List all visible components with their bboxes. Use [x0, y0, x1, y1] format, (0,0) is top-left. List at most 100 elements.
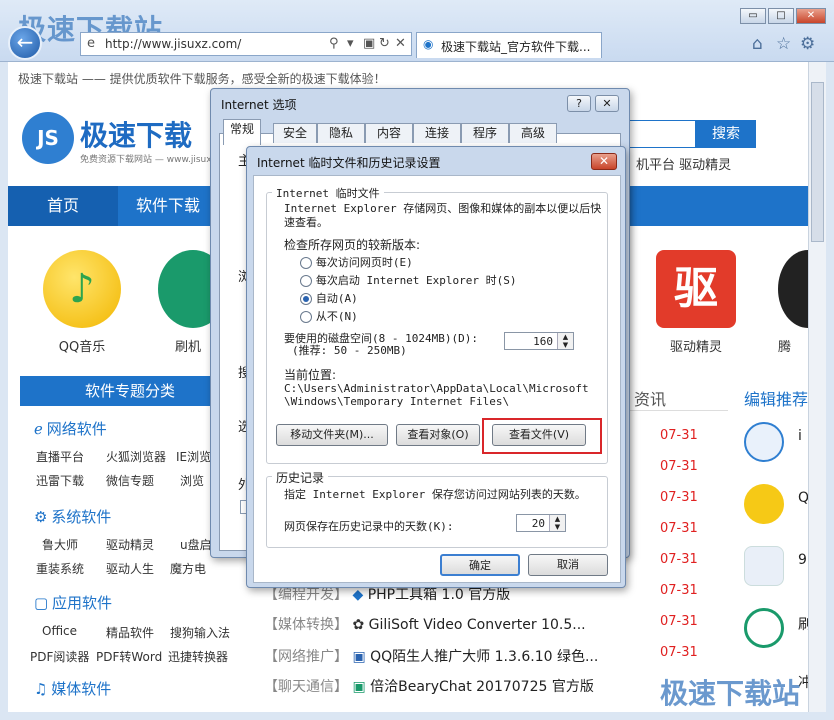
- search-button[interactable]: 搜索: [696, 120, 756, 148]
- site-logo-icon[interactable]: JS: [22, 112, 74, 164]
- radio-never[interactable]: 从不(N): [300, 308, 358, 324]
- cancel-button[interactable]: 取消: [528, 554, 608, 576]
- pick-label[interactable]: 刷: [798, 614, 808, 634]
- app-qqmusic[interactable]: ♪ QQ音乐: [38, 250, 126, 355]
- check-label: 检查所存网页的较新版本:: [284, 238, 421, 252]
- category-title[interactable]: 系统软件: [51, 508, 111, 526]
- home-icon[interactable]: ⌂: [752, 34, 763, 54]
- tab-content[interactable]: 内容: [365, 123, 413, 143]
- close-window-button[interactable]: ✕: [796, 8, 826, 24]
- nav-home[interactable]: 首页: [8, 186, 118, 226]
- help-button[interactable]: ?: [567, 95, 591, 112]
- radio-button[interactable]: [300, 310, 312, 323]
- tab-advanced[interactable]: 高级: [509, 123, 557, 143]
- link[interactable]: 魔方电: [170, 560, 206, 577]
- link[interactable]: 驱动精灵: [106, 536, 154, 553]
- category-title[interactable]: 网络软件: [47, 420, 107, 438]
- news-date: 07-31: [660, 583, 698, 598]
- list-name: GiliSoft Video Converter 10.5...: [368, 617, 586, 633]
- link[interactable]: 直播平台: [36, 448, 84, 465]
- link[interactable]: 浏览: [180, 472, 204, 489]
- link[interactable]: 鲁大师: [42, 536, 78, 553]
- radio-every-visit[interactable]: 每次访问网页时(E): [300, 254, 413, 270]
- pick-icon[interactable]: [744, 608, 784, 648]
- link[interactable]: 驱动人生: [106, 560, 154, 577]
- radio-button[interactable]: [300, 274, 312, 287]
- favorites-icon[interactable]: ☆: [776, 34, 791, 54]
- history-days-stepper[interactable]: 20 ▲ ▼: [516, 514, 566, 532]
- stepper-value: 20: [531, 517, 545, 530]
- link[interactable]: Office: [42, 624, 77, 638]
- link[interactable]: 火狐浏览器: [106, 448, 166, 465]
- move-folder-button[interactable]: 移动文件夹(M)...: [276, 424, 388, 446]
- close-button[interactable]: ✕: [591, 153, 617, 170]
- scrollbar-thumb[interactable]: [811, 82, 824, 242]
- radio-button[interactable]: [300, 256, 312, 269]
- pick-icon[interactable]: [744, 546, 784, 586]
- tab-privacy[interactable]: 隐私: [317, 123, 365, 143]
- pick-icon[interactable]: [744, 422, 784, 462]
- link[interactable]: PDF转Word: [96, 648, 162, 665]
- stepper-arrows-icon[interactable]: ▲ ▼: [557, 333, 573, 349]
- disk-space-stepper[interactable]: 160 ▲ ▼: [504, 332, 574, 350]
- app-driver[interactable]: 驱 驱动精灵: [650, 250, 742, 355]
- dialog-title: Internet 临时文件和历史记录设置: [257, 156, 441, 170]
- compat-icon[interactable]: ▣: [363, 36, 375, 51]
- tab-programs[interactable]: 程序: [461, 123, 509, 143]
- app-tencent[interactable]: 腾: [778, 250, 808, 355]
- dialog-body: Internet 临时文件 Internet Explorer 存储网页、图像和…: [253, 175, 621, 583]
- nav-software[interactable]: 软件下载: [118, 186, 218, 226]
- site-logo-text[interactable]: 极速下载: [80, 114, 192, 154]
- link[interactable]: PDF阅读器: [30, 648, 89, 665]
- tab-general[interactable]: 常规: [223, 119, 261, 145]
- category-title[interactable]: 媒体软件: [51, 680, 111, 698]
- news-date: 07-31: [660, 614, 698, 629]
- stop-icon[interactable]: ✕: [395, 36, 406, 51]
- link[interactable]: 重装系统: [36, 560, 84, 577]
- radio-button-selected[interactable]: [300, 292, 312, 305]
- search-icon[interactable]: ⚲: [329, 36, 339, 51]
- address-bar[interactable]: e http://www.jisuxz.com/ ⚲ ▾ ▣ ↻ ✕: [80, 32, 412, 56]
- radio-automatic[interactable]: 自动(A): [300, 290, 358, 306]
- tab-security[interactable]: 安全: [273, 123, 317, 143]
- pick-label[interactable]: 9: [798, 552, 807, 568]
- view-objects-button[interactable]: 查看对象(O): [396, 424, 480, 446]
- refresh-icon[interactable]: ↻: [379, 36, 390, 51]
- tab-connections[interactable]: 连接: [413, 123, 461, 143]
- search-input[interactable]: [628, 120, 696, 148]
- close-button[interactable]: ✕: [595, 95, 619, 112]
- editor-picks-header[interactable]: 编辑推荐: [744, 386, 808, 410]
- minimize-button[interactable]: ▭: [740, 8, 766, 24]
- stepper-arrows-icon[interactable]: ▲ ▼: [549, 515, 565, 531]
- location-path: C:\Users\Administrator\AppData\Local\Mic…: [284, 382, 589, 408]
- dropdown-icon[interactable]: ▾: [347, 36, 354, 51]
- ok-button[interactable]: 确定: [440, 554, 520, 576]
- list-tag: 【网络推广】: [264, 649, 348, 665]
- vertical-scrollbar[interactable]: [808, 62, 826, 712]
- gear-icon[interactable]: ⚙: [800, 34, 815, 54]
- radio-every-start[interactable]: 每次启动 Internet Explorer 时(S): [300, 272, 517, 288]
- link[interactable]: 精品软件: [106, 624, 154, 641]
- browser-tab[interactable]: ◉ 极速下载站_官方软件下载...: [416, 32, 602, 58]
- link[interactable]: u盘启: [180, 536, 212, 553]
- list-item[interactable]: 【网络推广】 ▣ QQ陌生人推广大师 1.3.6.10 绿色...: [264, 646, 598, 666]
- link[interactable]: 迅捷转换器: [168, 648, 228, 665]
- back-button[interactable]: ←: [8, 26, 42, 60]
- link[interactable]: 微信专题: [106, 472, 154, 489]
- link[interactable]: IE浏览: [176, 448, 211, 465]
- news-header[interactable]: 资讯: [634, 386, 666, 410]
- link[interactable]: 迅雷下载: [36, 472, 84, 489]
- category-title[interactable]: 应用软件: [52, 594, 112, 612]
- maximize-button[interactable]: □: [768, 8, 794, 24]
- category-apps: ▢ 应用软件: [34, 592, 112, 613]
- list-item[interactable]: 【聊天通信】 ▣ 倍洽BearyChat 20170725 官方版: [264, 676, 594, 696]
- hot-links[interactable]: 机平台 驱动精灵: [636, 154, 731, 173]
- app-flash[interactable]: 刷机: [158, 250, 218, 355]
- pick-icon[interactable]: [744, 484, 784, 524]
- app-icon: ◆: [352, 587, 364, 603]
- pick-label[interactable]: i: [798, 428, 802, 444]
- list-item[interactable]: 【媒体转换】 ✿ GiliSoft Video Converter 10.5..…: [264, 614, 586, 634]
- pick-label[interactable]: Q: [798, 490, 808, 506]
- app-icon: ✿: [352, 617, 365, 633]
- link[interactable]: 搜狗输入法: [170, 624, 230, 641]
